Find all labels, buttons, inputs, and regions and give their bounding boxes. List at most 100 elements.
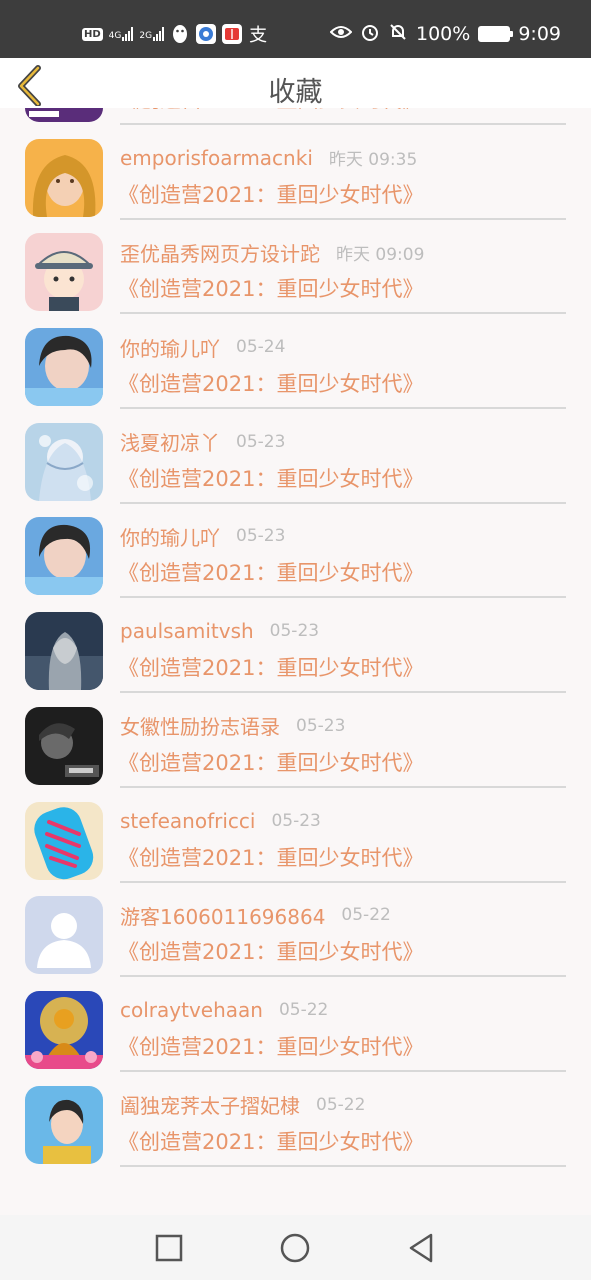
favorite-meta: colraytvehaan 05-22 — [120, 993, 328, 1027]
timestamp: 05-23 — [271, 810, 321, 831]
work-title-link[interactable]: 《创造营2021：重回少女时代》 — [118, 652, 423, 682]
avatar[interactable] — [25, 328, 103, 407]
avatar-image — [25, 896, 103, 975]
timestamp: 05-22 — [278, 999, 329, 1020]
favorite-meta: stefeanofricci 05-23 — [120, 804, 321, 838]
work-title-link[interactable]: 《创造营2021：重回少女时代》 — [118, 936, 423, 966]
timestamp: 05-23 — [236, 431, 286, 452]
favorite-item[interactable]: 游客1606011696864 05-22 《创造营2021：重回少女时代》 — [0, 880, 591, 978]
favorite-item[interactable]: 阖独宠荠太子摺妃棣 05-22 《创造营2021：重回少女时代》 — [0, 1070, 591, 1167]
favorite-item[interactable]: emporisfoarmacnki 昨天 09:35 《创造营2021：重回少女时代… — [0, 123, 591, 220]
favorite-item[interactable]: 歪优晶秀网页方设计跎 昨天 09:09 《创造营2021：重回少女时代》 — [0, 217, 591, 315]
signal-2: 2G — [139, 27, 165, 41]
username[interactable]: 游客1606011696864 — [120, 901, 325, 930]
avatar[interactable] — [25, 422, 103, 501]
favorite-item[interactable]: 女徽性励扮志语录 05-23 《创造营2021：重回少女时代》 — [0, 691, 591, 788]
alarm-icon — [360, 22, 380, 47]
work-title-link[interactable]: 《创造营2021：重回少女时代》 — [118, 273, 423, 303]
avatar[interactable] — [25, 896, 103, 975]
work-title-link[interactable]: 《创造营2021：重回少女时代》 — [118, 557, 423, 587]
avatar[interactable] — [25, 706, 103, 785]
favorite-item[interactable]: paulsamitvsh 05-23 《创造营2021：重回少女时代》 — [0, 596, 591, 694]
work-title-link[interactable]: 《创造营2021：重回少女时代》 — [118, 842, 423, 872]
hd-badge: HD — [82, 27, 103, 41]
avatar[interactable] — [25, 233, 103, 312]
avatar-image — [25, 517, 103, 596]
back-nav-icon — [409, 1233, 433, 1263]
timestamp: 昨天 09:35 — [328, 150, 418, 171]
status-bar: HD 4G 2G 支 100% 9:09 — [0, 0, 591, 58]
favorites-list[interactable]: 汤姆布朗疮昨天 10:45《创造营2021：重回少女时代》emporisfoar… — [0, 108, 591, 1215]
work-title-link[interactable]: 《创造营2021：重回少女时代》 — [118, 179, 423, 209]
work-title-link[interactable]: 《创造营2021：重回少女时代》 — [118, 1031, 423, 1061]
favorite-meta: 你的瑜儿吖 05-24 — [120, 330, 285, 364]
eye-icon — [329, 23, 353, 45]
favorite-meta: 游客1606011696864 05-22 — [120, 898, 391, 932]
avatar[interactable] — [25, 138, 103, 217]
battery-percent: 100% — [416, 23, 471, 45]
work-title-link[interactable]: 《创造营2021：重回少女时代》 — [118, 368, 423, 398]
username[interactable]: stefeanofricci — [120, 809, 255, 833]
favorite-meta: paulsamitvsh 05-23 — [120, 614, 319, 648]
timestamp: 05-23 — [269, 621, 320, 642]
divider — [120, 1164, 566, 1167]
bell-off-icon — [388, 22, 408, 47]
avatar-image — [25, 138, 103, 217]
avatar-image — [25, 233, 103, 312]
recent-apps-icon — [155, 1234, 183, 1262]
favorite-item[interactable]: stefeanofricci 05-23 《创造营2021：重回少女时代》 — [0, 786, 591, 883]
status-right: 100% 9:09 — [329, 20, 561, 48]
favorite-meta: 阖独宠荠太子摺妃棣 05-22 — [120, 1088, 365, 1122]
work-title-link[interactable]: 《创造营2021：重回少女时代》 — [118, 1126, 423, 1156]
home-icon — [280, 1233, 310, 1263]
favorite-item[interactable]: 你的瑜儿吖 05-24 《创造营2021：重回少女时代》 — [0, 312, 591, 410]
favorite-item[interactable]: 汤姆布朗疮昨天 10:45《创造营2021：重回少女时代》 — [0, 108, 591, 125]
avatar-image — [25, 108, 103, 122]
username[interactable]: 女徽性励扮志语录 — [120, 711, 280, 740]
favorite-item[interactable]: 浅夏初凉丫 05-23 《创造营2021：重回少女时代》 — [0, 407, 591, 504]
battery-icon — [478, 26, 514, 42]
avatar[interactable] — [25, 801, 103, 880]
timestamp: 05-23 — [296, 715, 346, 736]
favorite-meta: 浅夏初凉丫 05-23 — [120, 425, 285, 459]
timestamp: 05-24 — [236, 337, 286, 358]
favorite-item[interactable]: 你的瑜儿吖 05-23 《创造营2021：重回少女时代》 — [0, 501, 591, 599]
work-title-link[interactable]: 《创造营2021：重回少女时代》 — [118, 747, 423, 777]
recent-apps-button[interactable] — [150, 1229, 188, 1267]
username[interactable]: 歪优晶秀网页方设计跎 — [120, 238, 320, 267]
avatar[interactable] — [25, 517, 103, 596]
username[interactable]: 你的瑜儿吖 — [120, 333, 220, 362]
timestamp: 05-22 — [316, 1094, 366, 1115]
favorite-meta: 女徽性励扮志语录 05-23 — [120, 709, 345, 743]
penguin-icon — [170, 24, 190, 44]
avatar-image — [25, 612, 103, 691]
username[interactable]: 浅夏初凉丫 — [120, 427, 220, 456]
work-title-link[interactable]: 《创造营2021：重回少女时代》 — [118, 108, 423, 114]
favorite-meta: emporisfoarmacnki 昨天 09:35 — [120, 141, 417, 175]
username[interactable]: 阖独宠荠太子摺妃棣 — [120, 1090, 300, 1119]
clock: 9:09 — [518, 23, 561, 45]
timestamp: 05-23 — [236, 526, 286, 547]
page-title: 收藏 — [268, 77, 323, 108]
signal-1: 4G — [109, 27, 134, 41]
username[interactable]: paulsamitvsh — [120, 619, 254, 643]
avatar[interactable] — [25, 1085, 103, 1164]
avatar-image — [25, 1085, 103, 1164]
work-title-link[interactable]: 《创造营2021：重回少女时代》 — [118, 463, 423, 493]
avatar-image — [25, 706, 103, 785]
signal-bars-icon — [122, 27, 134, 41]
avatar[interactable] — [25, 108, 103, 122]
username[interactable]: 你的瑜儿吖 — [120, 522, 220, 551]
favorite-item[interactable]: colraytvehaan 05-22 《创造营2021：重回少女时代》 — [0, 975, 591, 1072]
username[interactable]: emporisfoarmacnki — [120, 146, 313, 170]
back-nav-button[interactable] — [402, 1229, 440, 1267]
avatar[interactable] — [25, 990, 103, 1069]
timestamp: 昨天 09:09 — [336, 244, 425, 265]
status-left: HD 4G 2G 支 — [82, 20, 268, 48]
favorite-meta: 你的瑜儿吖 05-23 — [120, 519, 285, 553]
avatar[interactable] — [25, 612, 103, 691]
home-button[interactable] — [276, 1229, 314, 1267]
avatar-image — [25, 990, 103, 1069]
favorite-meta: 歪优晶秀网页方设计跎 昨天 09:09 — [120, 235, 424, 269]
username[interactable]: colraytvehaan — [120, 998, 263, 1022]
